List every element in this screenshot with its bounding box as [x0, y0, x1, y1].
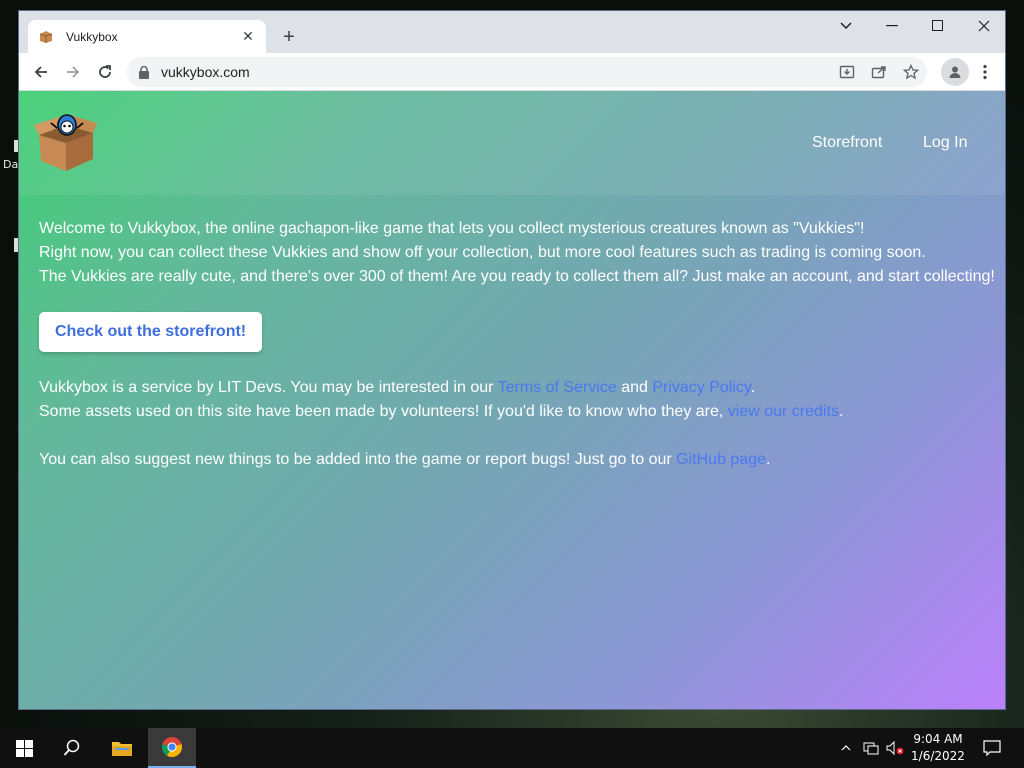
reload-icon[interactable]: [93, 60, 117, 84]
menu-kebab-icon[interactable]: [973, 60, 997, 84]
about-text: .: [838, 403, 844, 420]
suggest-text: .: [766, 451, 771, 468]
storefront-cta-button[interactable]: Check out the storefront!: [39, 312, 263, 352]
new-tab-icon[interactable]: +: [277, 25, 301, 49]
desktop-icon-label[interactable]: Da: [3, 158, 18, 171]
storefront-link[interactable]: Storefront: [812, 134, 882, 152]
credits-link[interactable]: view our credits: [728, 403, 839, 420]
file-explorer-icon[interactable]: [98, 728, 146, 768]
share-icon[interactable]: [867, 60, 891, 84]
tab-strip: Vukkybox ✕ +: [19, 11, 1005, 53]
site-navbar: Storefront Log In: [19, 91, 1005, 195]
intro-section: Welcome to Vukkybox, the online gachapon…: [39, 217, 999, 289]
login-link[interactable]: Log In: [923, 134, 967, 152]
about-text: and: [616, 379, 653, 396]
close-window-icon[interactable]: [961, 11, 1005, 41]
about-section: Vukkybox is a service by LIT Devs. You m…: [39, 376, 999, 424]
about-text: Some assets used on this site have been …: [39, 403, 728, 420]
bookmark-star-icon[interactable]: [899, 60, 923, 84]
github-link[interactable]: GitHub page: [676, 451, 766, 468]
tab-search-icon[interactable]: [823, 11, 869, 41]
about-line: Vukkybox is a service by LIT Devs. You m…: [39, 376, 999, 400]
install-app-icon[interactable]: [835, 60, 859, 84]
vukkybox-logo[interactable]: [33, 111, 99, 173]
url-text[interactable]: vukkybox.com: [161, 64, 250, 80]
notifications-icon[interactable]: [972, 728, 1012, 768]
search-icon[interactable]: [48, 728, 96, 768]
browser-tab[interactable]: Vukkybox ✕: [28, 20, 266, 53]
main-content: Welcome to Vukkybox, the online gachapon…: [39, 217, 999, 472]
minimize-icon[interactable]: [869, 11, 915, 41]
clock-date: 1/6/2022: [911, 749, 965, 763]
address-bar[interactable]: vukkybox.com: [127, 57, 927, 87]
tab-title: Vukkybox: [66, 29, 118, 44]
suggest-text: You can also suggest new things to be ad…: [39, 451, 677, 468]
clock-time: 9:04 AM: [913, 732, 963, 746]
suggest-line: You can also suggest new things to be ad…: [39, 448, 999, 472]
back-icon[interactable]: [29, 60, 53, 84]
webpage: Storefront Log In Welcome to Vukkybox, t…: [19, 91, 1005, 709]
about-line: Some assets used on this site have been …: [39, 400, 999, 424]
taskbar: 9:04 AM 1/6/2022: [0, 728, 1024, 768]
volume-muted-icon[interactable]: [884, 728, 906, 768]
profile-avatar-icon[interactable]: [941, 58, 969, 86]
intro-line: Welcome to Vukkybox, the online gachapon…: [39, 220, 865, 237]
chevron-up-icon[interactable]: [836, 728, 856, 768]
lock-icon[interactable]: [139, 65, 151, 79]
browser-toolbar: vukkybox.com: [19, 53, 1005, 91]
forward-icon[interactable]: [61, 60, 85, 84]
intro-line: Right now, you can collect these Vukkies…: [39, 244, 926, 261]
maximize-icon[interactable]: [915, 11, 961, 41]
tab-close-icon[interactable]: ✕: [240, 28, 256, 45]
chrome-taskbar-icon[interactable]: [148, 728, 196, 768]
terms-of-service-link[interactable]: Terms of Service: [498, 379, 617, 396]
browser-window: Vukkybox ✕ + vukkybox.com Storefront Log…: [18, 10, 1006, 710]
windows-start-icon[interactable]: [0, 728, 48, 768]
privacy-policy-link[interactable]: Privacy Policy: [652, 379, 750, 396]
about-text: Vukkybox is a service by LIT Devs. You m…: [39, 379, 498, 396]
network-icon[interactable]: [860, 728, 882, 768]
box-favicon-icon: [38, 29, 54, 45]
clock[interactable]: 9:04 AM 1/6/2022: [908, 731, 968, 765]
intro-line: The Vukkies are really cute, and there's…: [39, 268, 995, 285]
about-text: .: [750, 379, 756, 396]
